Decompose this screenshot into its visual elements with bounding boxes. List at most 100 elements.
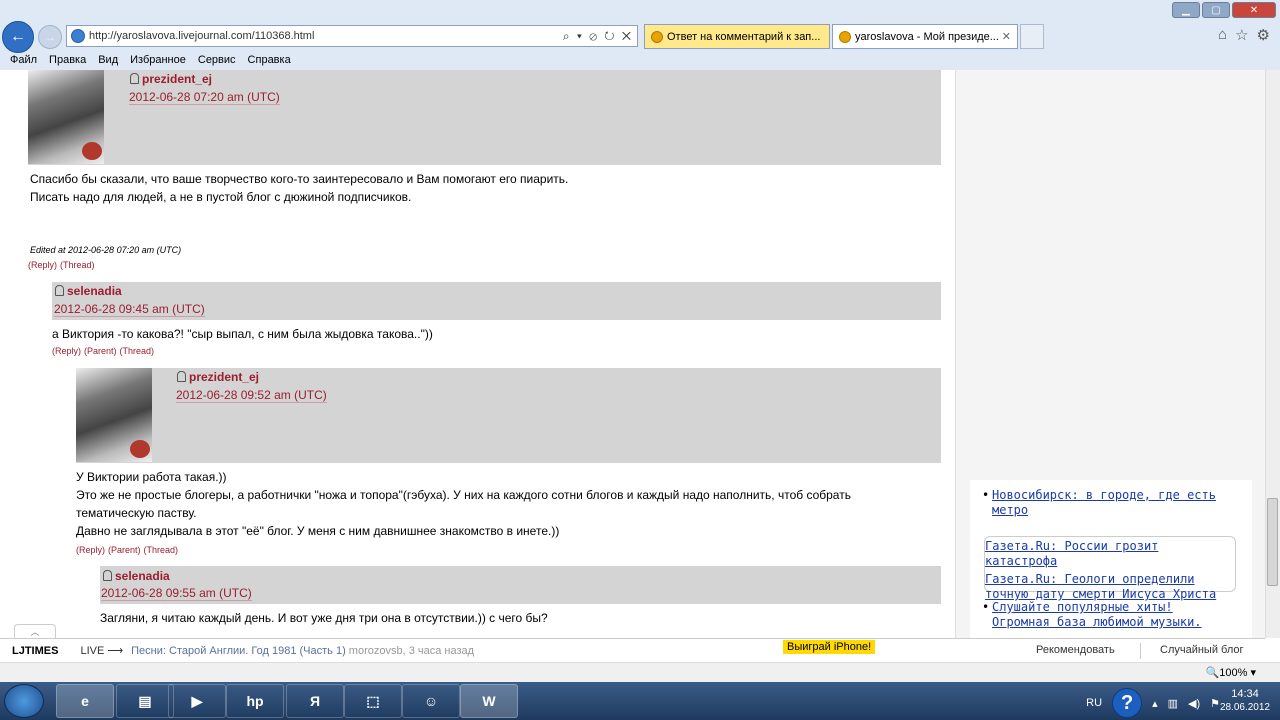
toolbar-icons: ⌂ ☆ ⚙ <box>1218 26 1270 44</box>
hp-taskbar-icon[interactable]: hp <box>226 684 284 718</box>
close-window-button[interactable]: ✕ <box>1232 2 1276 18</box>
minimize-button[interactable]: ▁ <box>1172 2 1200 18</box>
ad-item[interactable]: • Слушайте популярные хиты! Огромная баз… <box>982 600 1232 630</box>
tab-favicon-icon <box>839 30 851 43</box>
menu-item-tools[interactable]: Сервис <box>198 54 236 66</box>
lj-ticker[interactable]: Песни: Старой Англии. Год 1981 (Часть 1)… <box>131 645 474 657</box>
comment-date[interactable]: 2012-06-28 09:45 am (UTC) <box>54 302 205 317</box>
comment-date[interactable]: 2012-06-28 09:52 am (UTC) <box>176 388 327 403</box>
comment-username[interactable]: prezident_ej <box>130 72 212 86</box>
comment-date[interactable]: 2012-06-28 07:20 am (UTC) <box>129 90 280 105</box>
maximize-button[interactable]: ▢ <box>1202 2 1230 18</box>
system-tray: RU ? ▴ ▥ ◀) ⚑ <box>1086 688 1220 718</box>
random-blog-link[interactable]: Случайный блог <box>1160 644 1244 656</box>
username-text[interactable]: selenadia <box>67 284 122 298</box>
installer-taskbar-icon[interactable]: ⬚ <box>344 684 402 718</box>
comment-username[interactable]: selenadia <box>103 569 170 583</box>
help-icon[interactable]: ? <box>1112 688 1143 718</box>
messenger-taskbar-icon[interactable]: ☺ <box>402 684 460 718</box>
thread-link[interactable]: (Thread) <box>144 545 179 555</box>
parent-link[interactable]: (Parent) <box>108 545 141 555</box>
reply-link[interactable]: (Reply) <box>52 346 81 356</box>
username-text[interactable]: selenadia <box>115 569 170 583</box>
ie-taskbar-icon[interactable]: e <box>56 684 114 718</box>
comment-line: тематическую паству. <box>76 506 197 520</box>
tab-reply-notification[interactable]: Ответ на комментарий к зап... <box>644 24 830 49</box>
back-button[interactable]: ← <box>2 21 34 53</box>
clock[interactable]: 14:34 28.06.2012 <box>1220 687 1270 715</box>
comment-line: У Виктории работа такая.)) <box>76 470 227 484</box>
comment-line: Давно не заглядывала в этот "её" блог. У… <box>76 524 560 538</box>
comment-username[interactable]: selenadia <box>55 284 122 298</box>
scroll-up-button[interactable]: ︿ <box>14 624 56 638</box>
rose-icon <box>82 142 102 160</box>
tab-favicon-icon <box>651 30 663 43</box>
username-text[interactable]: prezident_ej <box>189 370 259 384</box>
avatar[interactable] <box>76 368 152 462</box>
gazeta-box: Газета.Ru: России грозит катастрофа Газе… <box>984 536 1236 601</box>
reply-link[interactable]: (Reply) <box>76 545 105 555</box>
comment-username[interactable]: prezident_ej <box>177 370 259 384</box>
gear-icon[interactable]: ⚙ <box>1257 26 1270 44</box>
start-button[interactable] <box>4 684 44 718</box>
comment-body: У Виктории работа такая.)) Это же не про… <box>76 468 936 540</box>
username-text[interactable]: prezident_ej <box>142 72 212 86</box>
flag-icon[interactable]: ⚑ <box>1210 697 1220 710</box>
home-icon[interactable]: ⌂ <box>1218 26 1227 44</box>
tray-arrow-icon[interactable]: ▴ <box>1152 697 1158 710</box>
volume-icon[interactable]: ◀) <box>1188 697 1200 710</box>
promo-banner[interactable]: Выиграй iPhone! <box>783 640 876 654</box>
user-icon <box>177 371 186 382</box>
ad-item[interactable]: • Новосибирск: в городе, где есть метро <box>982 488 1232 518</box>
comment-body: Спасибо бы сказали, что ваше творчество … <box>30 170 568 206</box>
ljtimes-bar: LJTIMES LIVE ⟶ Песни: Старой Англии. Год… <box>0 638 1265 662</box>
tab-label: yaroslavova - Мой президе... <box>855 30 999 43</box>
clock-time: 14:34 <box>1231 688 1259 700</box>
thread-link[interactable]: (Thread) <box>60 260 95 270</box>
user-icon <box>103 570 112 581</box>
taskbar: e ▤ ▶ hp Я ⬚ ☺ W RU ? ▴ ▥ ◀) ⚑ 14:34 28.… <box>0 682 1280 720</box>
recommend-link[interactable]: Рекомендовать <box>1036 644 1115 656</box>
menu-item-help[interactable]: Справка <box>248 54 291 66</box>
lj-live-label: LIVE ⟶ <box>80 645 124 657</box>
close-tab-icon[interactable]: ✕ <box>1002 30 1011 43</box>
avatar[interactable] <box>28 70 104 164</box>
ticker-title[interactable]: Песни: Старой Англии. Год 1981 (Часть 1) <box>131 645 346 657</box>
tab-label: Ответ на комментарий к зап... <box>667 30 821 43</box>
thread-link[interactable]: (Thread) <box>120 346 155 356</box>
address-actions-icon[interactable]: ⌕ ▾ ⊘ ↻ ✕ <box>563 29 637 44</box>
language-indicator[interactable]: RU <box>1086 697 1102 709</box>
divider <box>1140 643 1141 659</box>
rose-icon <box>130 440 150 458</box>
url-text[interactable]: http://yaroslavova.livejournal.com/11036… <box>89 30 563 42</box>
tab-yaroslavova[interactable]: yaroslavova - Мой президе... ✕ <box>832 24 1018 49</box>
zoom-control[interactable]: 🔍100% ▾ <box>1206 666 1256 679</box>
ad-link-gazeta-geologists[interactable]: Газета.Ru: Геологи определили точную дат… <box>985 572 1235 602</box>
ad-link-music[interactable]: Слушайте популярные хиты! Огромная база … <box>992 600 1232 630</box>
ticker-user[interactable]: morozovsb, 3 часа назад <box>349 645 474 657</box>
ad-link-gazeta-catastrophe[interactable]: Газета.Ru: России грозит катастрофа <box>985 539 1235 569</box>
menu-item-view[interactable]: Вид <box>98 54 118 66</box>
bullet-icon: • <box>982 488 990 502</box>
forward-button[interactable]: → <box>38 25 62 49</box>
menu-item-edit[interactable]: Правка <box>49 54 86 66</box>
star-icon[interactable]: ☆ <box>1235 26 1248 44</box>
scrollbar-thumb[interactable] <box>1267 498 1278 586</box>
reply-link[interactable]: (Reply) <box>28 260 57 270</box>
new-tab-button[interactable] <box>1020 24 1044 49</box>
menu-item-file[interactable]: Файл <box>10 54 37 66</box>
network-icon[interactable]: ▥ <box>1168 697 1178 710</box>
address-bar[interactable]: http://yaroslavova.livejournal.com/11036… <box>66 25 638 47</box>
edited-note: Edited at 2012-06-28 07:20 am (UTC) <box>30 245 182 255</box>
parent-link[interactable]: (Parent) <box>84 346 117 356</box>
comment-line: Загляни, я читаю каждый день. И вот уже … <box>100 611 548 625</box>
comment-date[interactable]: 2012-06-28 09:55 am (UTC) <box>101 586 252 601</box>
ljtimes-logo[interactable]: LJTIMES <box>12 645 58 657</box>
ad-link-novosibirsk[interactable]: Новосибирск: в городе, где есть метро <box>992 488 1232 518</box>
word-taskbar-icon[interactable]: W <box>460 684 518 718</box>
media-player-taskbar-icon[interactable]: ▶ <box>168 684 226 718</box>
menu-item-favorites[interactable]: Избранное <box>130 54 186 66</box>
yandex-taskbar-icon[interactable]: Я <box>286 684 344 718</box>
page-content: prezident_ej 2012-06-28 07:20 am (UTC) С… <box>0 70 955 638</box>
explorer-taskbar-icon[interactable]: ▤ <box>116 684 174 718</box>
